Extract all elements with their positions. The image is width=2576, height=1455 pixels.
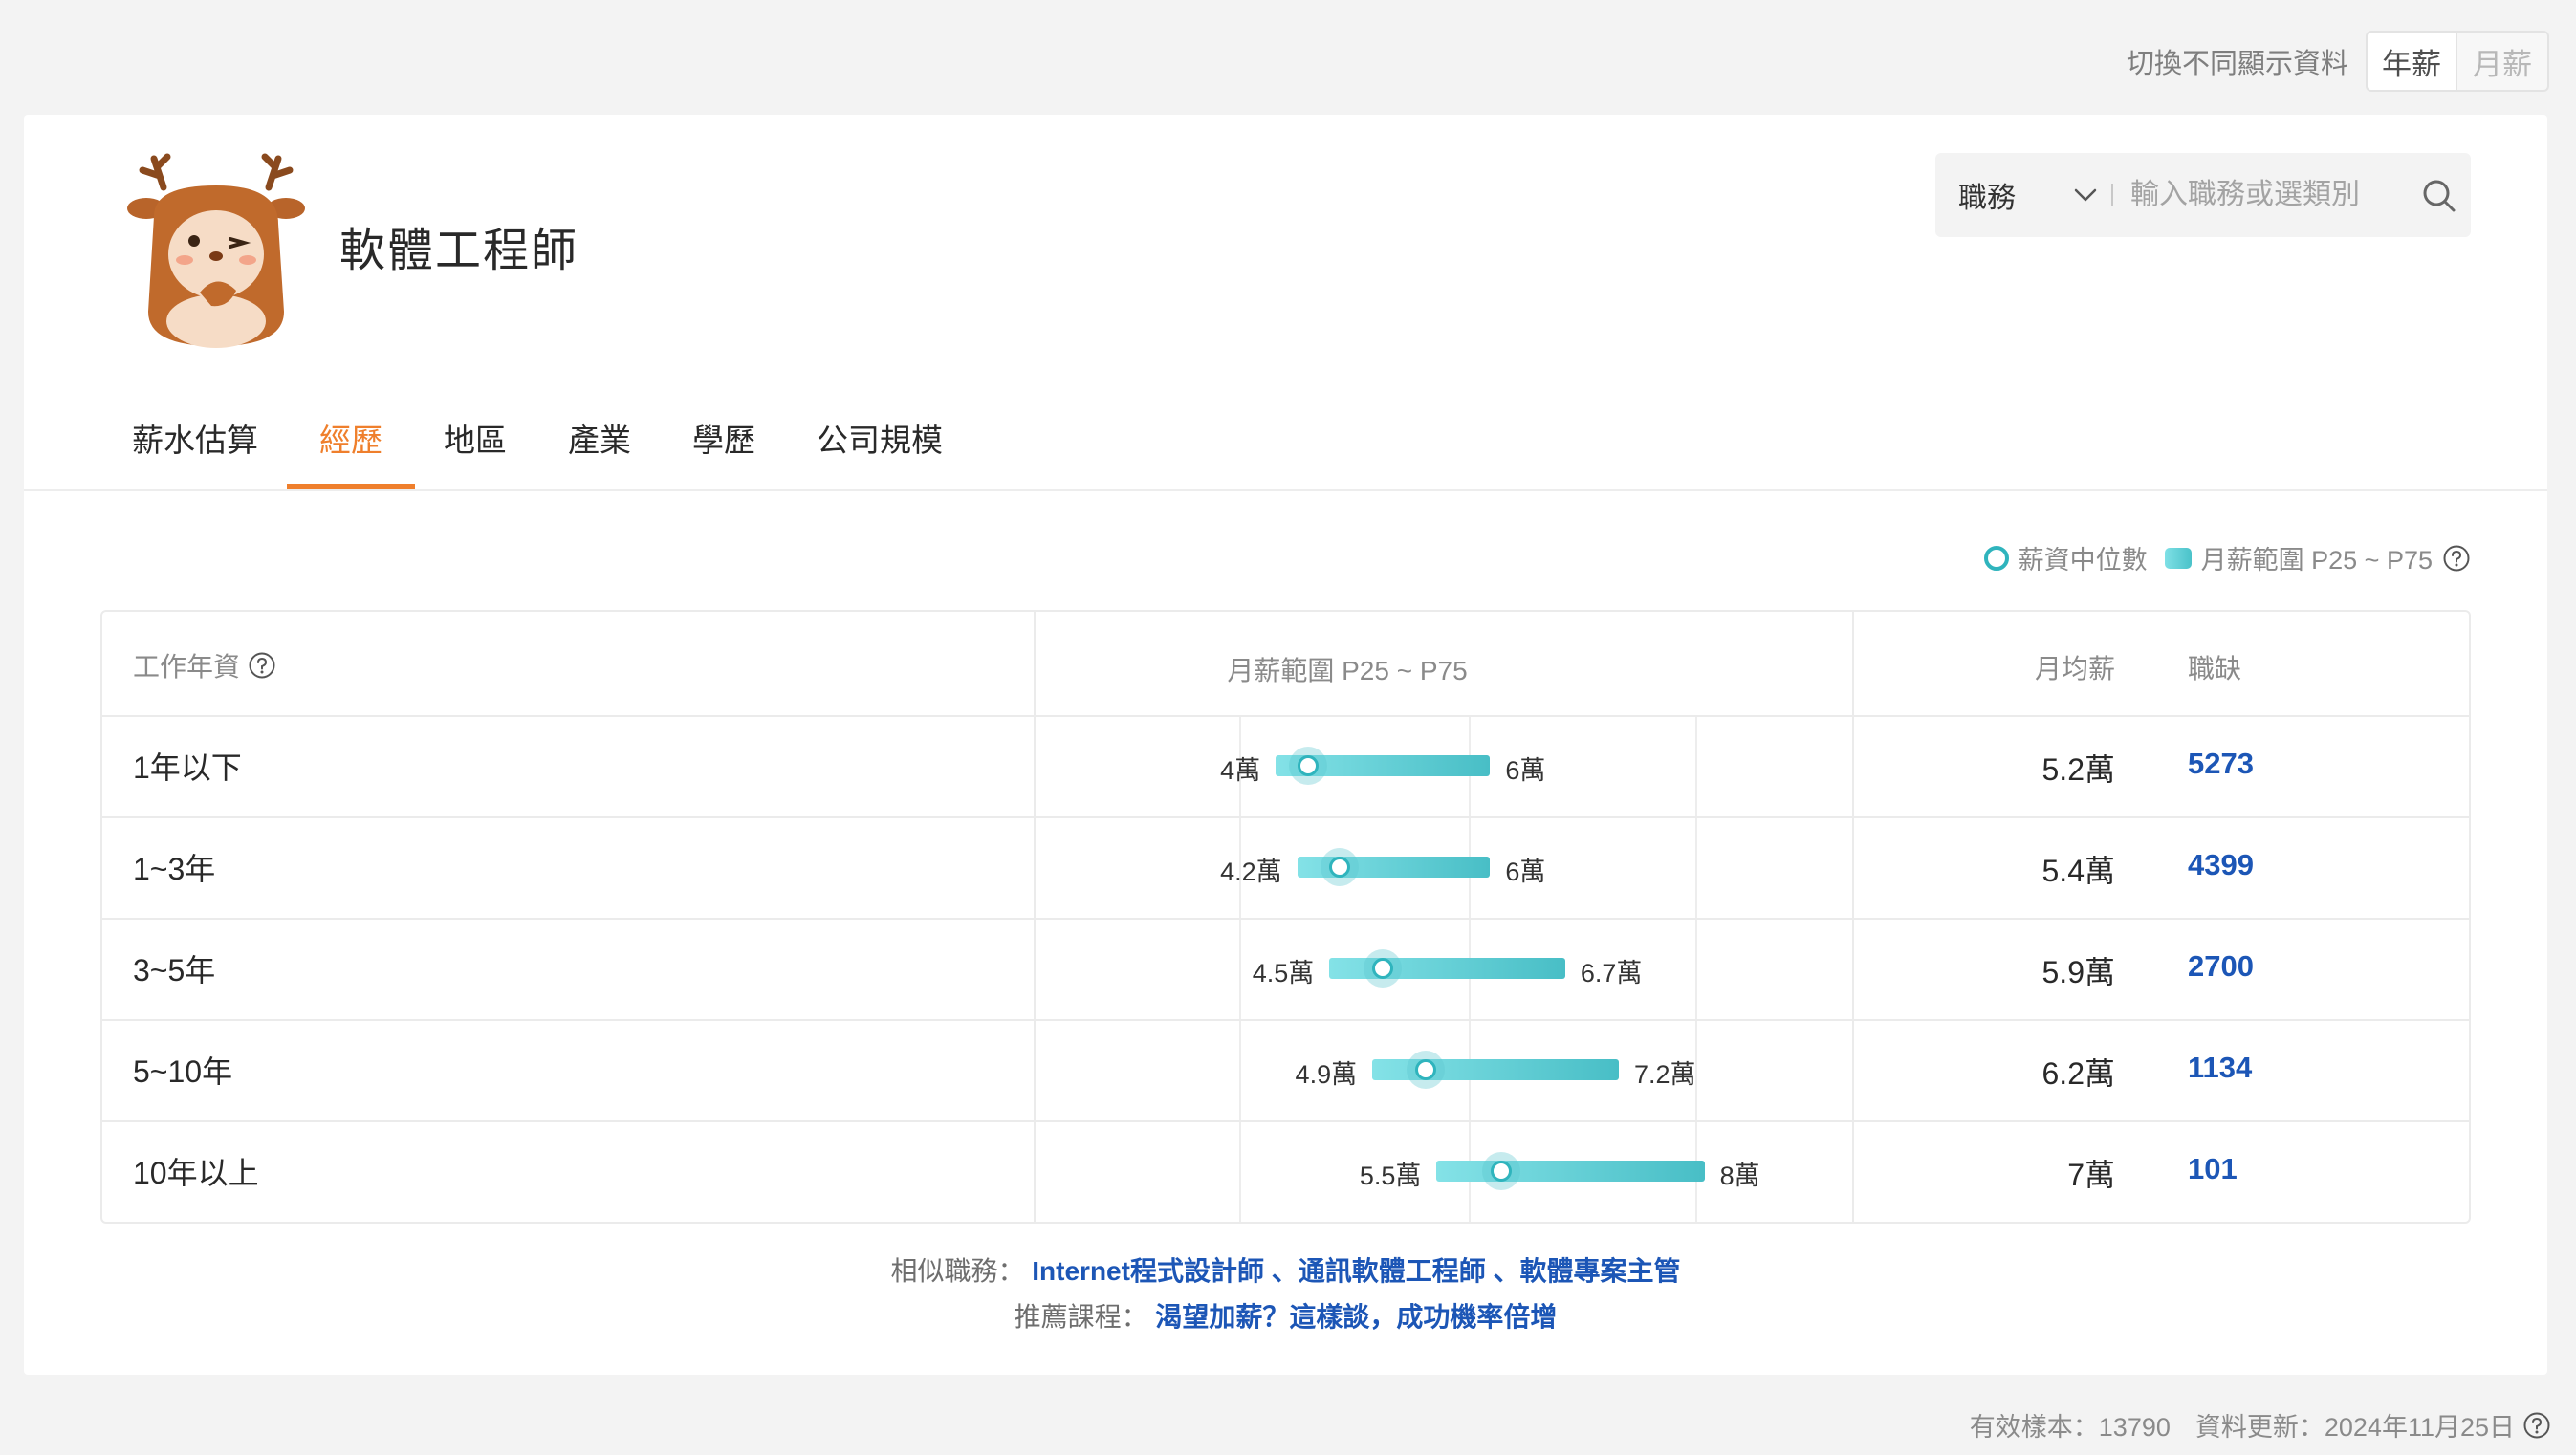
salary-range-bar xyxy=(1436,1161,1705,1182)
range-legend-swatch xyxy=(2164,547,2192,569)
row-experience-label: 1年以下 xyxy=(133,750,242,785)
chevron-down-icon[interactable] xyxy=(2071,181,2100,209)
median-marker[interactable] xyxy=(1481,1152,1520,1190)
help-icon[interactable] xyxy=(248,651,276,680)
experience-header-label: 工作年資 xyxy=(133,652,241,682)
median-marker[interactable] xyxy=(1321,848,1360,886)
p75-label: 7.2萬 xyxy=(1633,1060,1696,1089)
p25-label: 5.5萬 xyxy=(1359,1162,1422,1190)
median-marker[interactable] xyxy=(1364,949,1403,988)
p25-label: 4.5萬 xyxy=(1252,959,1315,988)
tab-experience[interactable]: 經歷 xyxy=(287,402,415,489)
job-count-link[interactable]: 5273 xyxy=(2188,747,2254,781)
avg-salary-cell: 5.4萬 xyxy=(2041,854,2116,888)
median-legend-label: 薪資中位數 xyxy=(2018,546,2148,575)
p25-label: 4.2萬 xyxy=(1220,858,1282,886)
salary-range-bar-row: 4.9萬 7.2萬 xyxy=(1061,1019,1876,1120)
median-marker[interactable] xyxy=(1288,747,1327,785)
search-icon[interactable] xyxy=(2421,178,2457,214)
update-date: 資料更新：2024年11月25日 xyxy=(2194,1413,2515,1442)
range-legend-label: 月薪範圍 P25 ~ P75 xyxy=(2200,546,2433,575)
row-experience-label: 3~5年 xyxy=(133,953,216,988)
job-search-input[interactable] xyxy=(2130,179,2417,211)
avg-salary-cell: 5.9萬 xyxy=(2041,955,2116,989)
recommended-course: 推薦課程： 渴望加薪？這樣談，成功機率倍增 xyxy=(24,1296,2547,1335)
jobs-header: 職缺 xyxy=(2188,654,2242,684)
chart-legend: 薪資中位數 月薪範圍 P25 ~ P75 xyxy=(1983,539,2471,576)
annual-salary-option[interactable]: 年薪 xyxy=(2368,33,2457,90)
row-experience-label: 5~10年 xyxy=(133,1054,233,1089)
category-tabs: 薪水估算 經歷 地區 產業 學歷 公司規模 xyxy=(132,402,1004,489)
p75-label: 8萬 xyxy=(1719,1162,1760,1190)
avg-salary-cell: 5.2萬 xyxy=(2041,752,2116,787)
job-count-link[interactable]: 101 xyxy=(2188,1152,2238,1186)
job-count-link[interactable]: 2700 xyxy=(2188,949,2254,984)
job-search-box: 職務 xyxy=(1935,153,2471,237)
page-title: 軟體工程師 xyxy=(339,226,579,276)
deer-mascot-icon xyxy=(127,153,305,348)
p75-label: 6萬 xyxy=(1505,858,1546,886)
tab-salary-estimate[interactable]: 薪水估算 xyxy=(132,402,258,489)
tab-education[interactable]: 學歷 xyxy=(692,402,755,489)
job-count-link[interactable]: 1134 xyxy=(2188,1051,2252,1085)
monthly-salary-option[interactable]: 月薪 xyxy=(2457,33,2547,90)
sample-count: 有效樣本：13790 xyxy=(1969,1413,2171,1442)
column-divider xyxy=(1034,612,1036,1222)
p25-label: 4.9萬 xyxy=(1295,1060,1358,1089)
similar-jobs-links[interactable]: Internet程式設計師 、通訊軟體工程師 、軟體專案主管 xyxy=(1032,1256,1680,1286)
range-header: 月薪範圍 P25 ~ P75 xyxy=(1227,656,1468,685)
similar-jobs-label: 相似職務： xyxy=(890,1256,1025,1286)
median-legend-marker xyxy=(1983,545,2009,571)
tab-region[interactable]: 地區 xyxy=(444,402,507,489)
salary-range-bar-row: 4.2萬 6萬 xyxy=(1061,816,1876,918)
salary-card: 軟體工程師 職務 薪水估算 經歷 地區 產業 學歷 公司規模 薪資中位數 月薪範… xyxy=(24,115,2547,1375)
avg-salary-header: 月均薪 xyxy=(2034,654,2115,684)
experience-salary-table: 工作年資 月薪範圍 P25 ~ P75 月均薪 職缺 1年以下 4萬 6萬 5.2萬 5… xyxy=(100,610,2471,1224)
display-toggle: 切換不同顯示資料 年薪 月薪 xyxy=(2127,31,2549,92)
tab-company-size[interactable]: 公司規模 xyxy=(817,402,943,489)
salary-range-bar-row: 4.5萬 6.7萬 xyxy=(1061,918,1876,1019)
avg-salary-cell: 6.2萬 xyxy=(2041,1056,2116,1091)
search-separator xyxy=(2111,184,2113,206)
median-marker[interactable] xyxy=(1407,1051,1446,1089)
search-category-select[interactable]: 職務 xyxy=(1958,174,2033,216)
course-link[interactable]: 渴望加薪？這樣談，成功機率倍增 xyxy=(1155,1302,1557,1332)
salary-range-bar-row: 4萬 6萬 xyxy=(1061,715,1876,816)
similar-jobs: 相似職務： Internet程式設計師 、通訊軟體工程師 、軟體專案主管 xyxy=(24,1250,2547,1289)
toggle-label: 切換不同顯示資料 xyxy=(2126,49,2348,79)
avg-salary-cell: 7萬 xyxy=(2067,1158,2115,1192)
p25-label: 4萬 xyxy=(1220,756,1261,785)
tabs-divider xyxy=(24,489,2547,491)
course-label: 推薦課程： xyxy=(1014,1302,1148,1332)
experience-header: 工作年資 xyxy=(133,646,276,684)
row-experience-label: 10年以上 xyxy=(133,1156,259,1190)
help-icon[interactable] xyxy=(2522,1411,2551,1440)
p75-label: 6.7萬 xyxy=(1580,959,1643,988)
p75-label: 6萬 xyxy=(1505,756,1546,785)
salary-mode-switch: 年薪 月薪 xyxy=(2366,31,2549,92)
salary-range-bar-row: 5.5萬 8萬 xyxy=(1061,1120,1876,1222)
row-experience-label: 1~3年 xyxy=(133,852,216,886)
data-footer: 有效樣本：13790 資料更新：2024年11月25日 xyxy=(1970,1406,2551,1444)
job-count-link[interactable]: 4399 xyxy=(2188,848,2254,882)
help-icon[interactable] xyxy=(2442,544,2471,573)
tab-industry[interactable]: 產業 xyxy=(568,402,631,489)
